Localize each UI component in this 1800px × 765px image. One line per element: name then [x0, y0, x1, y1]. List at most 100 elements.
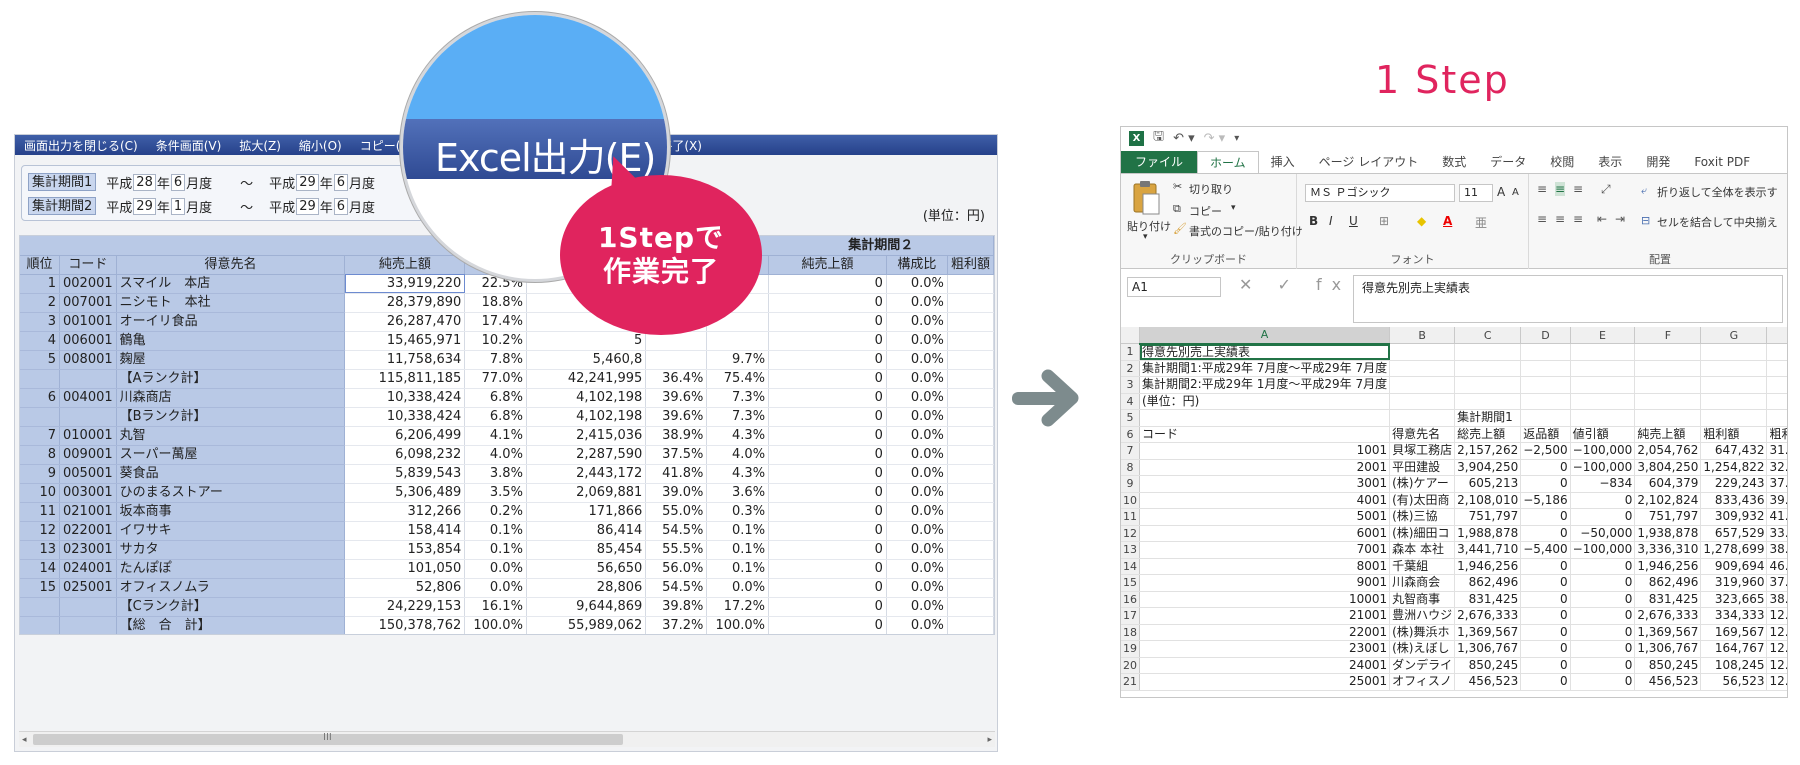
sheet-cell[interactable]: 粗利率 — [1766, 426, 1787, 443]
font-color-icon[interactable]: A — [1443, 214, 1452, 228]
sheet-cell[interactable]: 0 — [1520, 657, 1571, 674]
underline-button[interactable]: U — [1349, 214, 1358, 228]
table-row[interactable]: 11 021001 坂本商事 312,266 0.2% 171,866 55.0% 0.3% 0… — [20, 502, 994, 522]
sheet-cell[interactable] — [1766, 376, 1787, 394]
sheet-cell[interactable] — [1389, 360, 1456, 377]
sheet-cell[interactable]: 833,436 — [1700, 492, 1768, 509]
cut-button[interactable]: 切り取り — [1189, 181, 1233, 197]
row-header[interactable]: 14 — [1121, 558, 1140, 575]
sheet-cell[interactable]: 得意先名 — [1389, 426, 1456, 443]
sheet-row[interactable]: 1 得意先別売上実績表 — [1121, 343, 1787, 361]
sheet-cell[interactable]: 3001 — [1139, 475, 1391, 493]
sheet-cell[interactable]: (株)三協 — [1389, 508, 1456, 526]
sheet-cell[interactable] — [1570, 343, 1636, 361]
tab-6[interactable]: 校閲 — [1538, 151, 1586, 173]
sheet-cell[interactable]: 850,245 — [1634, 657, 1702, 674]
row-header[interactable]: 6 — [1121, 426, 1140, 443]
sheet-cell[interactable] — [1454, 393, 1522, 410]
scroll-left-arrow-icon[interactable]: ◂ — [22, 732, 27, 748]
cut-icon[interactable]: ✂ — [1173, 180, 1182, 193]
sheet-cell[interactable]: 0 — [1570, 657, 1636, 674]
sheet-cell[interactable]: 2,676,333 — [1454, 607, 1522, 625]
sheet-cell[interactable]: 0 — [1570, 508, 1636, 526]
sheet-cell[interactable]: 0 — [1520, 508, 1571, 526]
tab-5[interactable]: データ — [1478, 151, 1538, 173]
sheet-cell[interactable] — [1389, 376, 1456, 394]
sheet-cell[interactable]: 粗利額 — [1700, 426, 1768, 443]
sheet-cell[interactable]: −5,400 — [1520, 541, 1571, 559]
sheet-cell[interactable]: 7001 — [1139, 541, 1391, 559]
sheet-cell[interactable]: 1,946,256 — [1454, 558, 1522, 575]
sheet-cell[interactable]: 8001 — [1139, 558, 1391, 575]
sheet-row[interactable]: 148001千葉組1,946,256001,946,256909,69446.7… — [1121, 558, 1787, 575]
scroll-right-arrow-icon[interactable]: ▸ — [987, 732, 992, 748]
table-row[interactable]: 10 003001 ひのまるストアー 5,306,489 3.5% 2,069,881 39… — [20, 483, 994, 503]
sheet-row[interactable]: 115001(株)三協751,79700751,797309,93241.20%… — [1121, 508, 1787, 526]
merge-center-button[interactable]: セルを結合して中央揃え — [1657, 214, 1778, 230]
fill-color-icon[interactable]: ◆ — [1417, 214, 1426, 228]
align-center-icon[interactable]: ≡ — [1555, 212, 1565, 226]
table-row[interactable]: 13 023001 サカタ 153,854 0.1% 85,454 55.5% 0.1% 0 0.… — [20, 540, 994, 560]
sheet-cell[interactable] — [1570, 376, 1636, 394]
sheet-cell[interactable] — [1766, 360, 1787, 377]
formula-input[interactable]: 得意先別売上実績表 — [1353, 275, 1783, 323]
row-header[interactable]: 12 — [1121, 525, 1140, 542]
column-header[interactable]: G — [1700, 327, 1768, 344]
period1-start-year[interactable]: 28 — [133, 173, 156, 191]
sheet-row[interactable]: 4 (単位：円) — [1121, 393, 1787, 410]
sheet-cell[interactable]: 0 — [1520, 574, 1571, 592]
table-row[interactable]: 【Cランク計】 24,229,153 16.1% 9,644,869 39.8% 17.2… — [20, 597, 994, 617]
table-row[interactable]: 15 025001 オフィスノムラ 52,806 0.0% 28,806 54.5% 0.0%… — [20, 578, 994, 598]
sheet-cell[interactable] — [1700, 409, 1768, 427]
sheet-cell[interactable]: 456,523 — [1454, 673, 1522, 691]
sheet-cell[interactable]: 334,333 — [1700, 607, 1768, 625]
sheet-row[interactable]: 6コード得意先名総売上額返品額値引額純売上額粗利額粗利率総売上額返品 — [1121, 426, 1787, 443]
copy-icon[interactable]: ⧉ — [1173, 202, 1181, 216]
sheet-cell[interactable]: 0 — [1520, 558, 1571, 575]
sheet-cell[interactable]: (株)えぼし — [1389, 640, 1456, 658]
row-header[interactable]: 17 — [1121, 607, 1140, 625]
sheet-cell[interactable]: 21001 — [1139, 607, 1391, 625]
save-icon[interactable]: 🖫 — [1153, 127, 1164, 149]
sheet-cell[interactable]: 831,425 — [1454, 591, 1522, 608]
report-grid[interactable]: 集計期間２ 順位 コード 得意先名 純売上額 純売上額 構成比 粗利額 1 002001 スマイ… — [19, 235, 995, 635]
column-header[interactable]: H — [1766, 327, 1787, 344]
sheet-cell[interactable] — [1520, 376, 1571, 394]
sheet-cell[interactable] — [1454, 376, 1522, 394]
column-header[interactable]: F — [1634, 327, 1702, 344]
sheet-row[interactable]: 2125001オフィスノ456,52300456,52356,52312.30%… — [1121, 673, 1787, 691]
sheet-row[interactable]: 7 1001 貝塚工務店 2,157,262 −2,500 −100,000 2,054,7… — [1121, 442, 1787, 460]
sheet-cell[interactable]: 0 — [1520, 607, 1571, 625]
sheet-cell[interactable]: 2,676,333 — [1634, 607, 1702, 625]
sheet-cell[interactable]: 1001 — [1139, 442, 1391, 460]
sheet-cell[interactable]: 12.30% — [1766, 673, 1787, 691]
row-header[interactable]: 4 — [1121, 393, 1140, 410]
sheet-cell[interactable]: 3,904,250 — [1454, 459, 1522, 476]
sheet-cell[interactable]: 0 — [1570, 640, 1636, 658]
period2-start-month[interactable]: 1 — [170, 197, 186, 215]
row-header[interactable]: 21 — [1121, 673, 1140, 691]
sheet-cell[interactable]: 1,254,822 — [1700, 459, 1768, 476]
sheet-cell[interactable]: 751,797 — [1454, 508, 1522, 526]
redo-icon[interactable]: ↷ ▾ — [1204, 131, 1226, 146]
sheet-cell[interactable]: −834 — [1570, 475, 1636, 493]
sheet-cell[interactable]: (有)太田商 — [1389, 492, 1456, 509]
sheet-cell[interactable]: 1,369,567 — [1634, 624, 1702, 641]
name-box[interactable]: A1 — [1127, 277, 1221, 297]
sheet-cell[interactable]: 集計期間2:平成29年 1月度～平成29年 7月度 — [1139, 376, 1391, 394]
column-header[interactable]: D — [1520, 327, 1571, 344]
sheet-cell[interactable]: 値引額 — [1570, 426, 1636, 443]
table-row[interactable]: 7 010001 丸智 6,206,499 4.1% 2,415,036 38.9% 4.3%… — [20, 426, 994, 446]
sheet-cell[interactable]: 0 — [1570, 591, 1636, 608]
sheet-cell[interactable] — [1454, 360, 1522, 377]
row-header[interactable]: 3 — [1121, 376, 1140, 394]
sheet-cell[interactable]: 2,108,010 — [1454, 492, 1522, 509]
sheet-cell[interactable]: 1,306,767 — [1454, 640, 1522, 658]
sheet-cell[interactable]: (株)舞浜ホ — [1389, 624, 1456, 641]
sheet-cell[interactable]: 0 — [1570, 574, 1636, 592]
sheet-cell[interactable]: 貝塚工務店 — [1389, 442, 1456, 460]
orientation-icon[interactable]: ⤢ — [1601, 182, 1611, 197]
increase-indent-icon[interactable]: ⇥ — [1615, 212, 1625, 226]
column-header[interactable]: A — [1139, 327, 1391, 345]
sheet-cell[interactable]: 831,425 — [1634, 591, 1702, 608]
